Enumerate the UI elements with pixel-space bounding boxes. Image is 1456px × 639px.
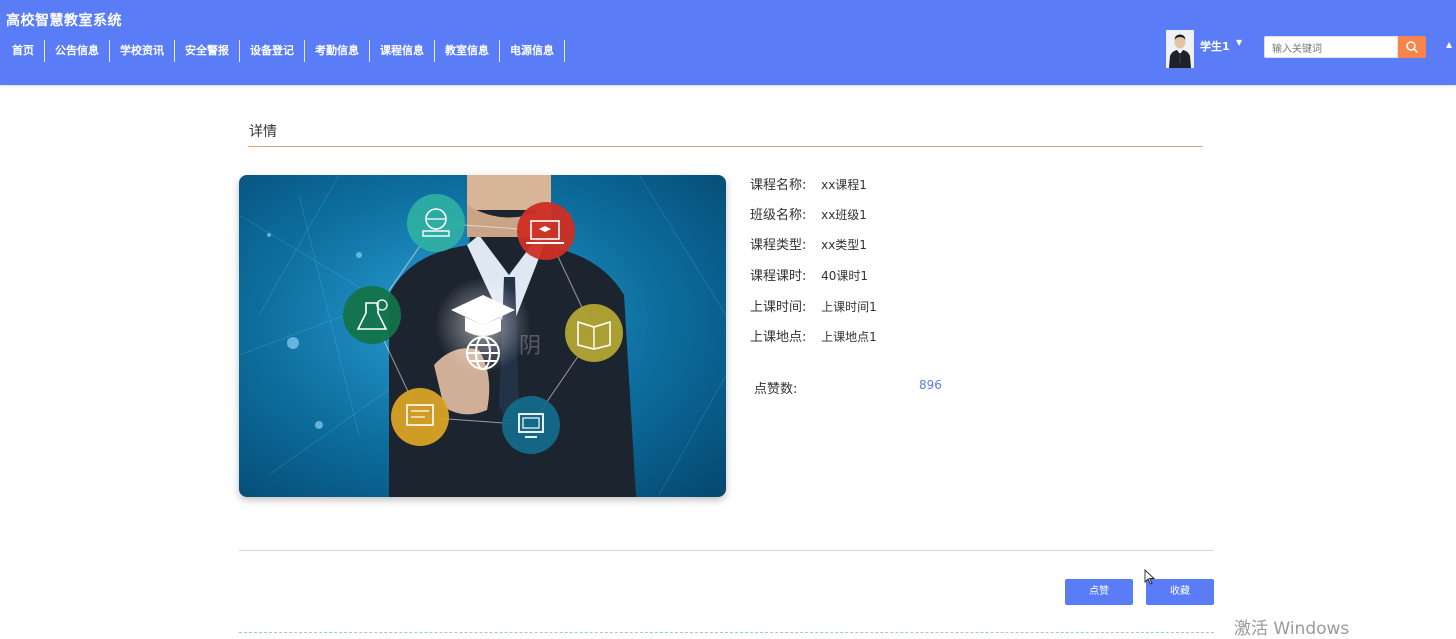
top-header: 高校智慧教室系统 首页 公告信息 学校资讯 安全警报 设备登记 考勤信息 课程信… xyxy=(0,0,1456,85)
nav-item-announcements[interactable]: 公告信息 xyxy=(45,40,110,62)
field-label: 上课时间: xyxy=(750,300,807,315)
main-nav: 首页 公告信息 学校资讯 安全警报 设备登记 考勤信息 课程信息 教室信息 电源… xyxy=(2,40,565,62)
globe-book-icon xyxy=(407,194,465,252)
field-label: 班级名称: xyxy=(750,208,807,223)
field-value: 40课时1 xyxy=(821,269,868,283)
section-divider xyxy=(248,146,1203,147)
field-class-location: 上课地点: 上课地点1 xyxy=(750,326,877,346)
section-title: 详情 xyxy=(249,124,277,140)
field-value: xx类型1 xyxy=(821,238,867,252)
like-button[interactable]: 点赞 xyxy=(1065,579,1133,605)
likes-count: 896 xyxy=(919,378,942,392)
field-label: 课程名称: xyxy=(750,178,807,193)
flask-icon xyxy=(343,286,401,344)
field-label: 课程课时: xyxy=(750,269,807,284)
field-class-name: 班级名称: xx班级1 xyxy=(750,204,867,224)
nav-item-home[interactable]: 首页 xyxy=(2,40,45,62)
search-button[interactable] xyxy=(1398,36,1426,58)
favorite-button[interactable]: 收藏 xyxy=(1146,579,1214,605)
field-label: 上课地点: xyxy=(750,330,807,345)
search-input[interactable] xyxy=(1265,39,1398,60)
nav-item-device-registration[interactable]: 设备登记 xyxy=(240,40,305,62)
nav-item-courses[interactable]: 课程信息 xyxy=(370,40,435,62)
search-box xyxy=(1264,36,1398,60)
user-portrait-icon xyxy=(1166,30,1194,68)
book-icon xyxy=(565,304,623,362)
field-course-type: 课程类型: xx类型1 xyxy=(750,234,867,254)
os-activation-watermark: 激活 Windows xyxy=(1234,619,1350,639)
field-value: xx课程1 xyxy=(821,178,867,192)
likes-label: 点赞数: xyxy=(754,382,798,397)
nav-item-classrooms[interactable]: 教室信息 xyxy=(435,40,500,62)
field-label: 课程类型: xyxy=(750,238,807,253)
user-name[interactable]: 学生1 xyxy=(1200,38,1230,54)
mouse-cursor-icon xyxy=(1144,569,1156,585)
field-value: 上课时间1 xyxy=(821,300,877,314)
svg-text:阴: 阴 xyxy=(519,334,541,359)
field-course-hours: 课程课时: 40课时1 xyxy=(750,265,868,285)
nav-item-attendance[interactable]: 考勤信息 xyxy=(305,40,370,62)
reading-icon xyxy=(391,388,449,446)
course-cover-image: 阴 xyxy=(239,175,726,497)
caret-down-icon[interactable]: ▼ xyxy=(1236,38,1242,47)
content-divider xyxy=(239,550,1214,551)
field-value: 上课地点1 xyxy=(821,330,877,344)
laptop-icon xyxy=(517,202,575,260)
nav-item-security-alerts[interactable]: 安全警报 xyxy=(175,40,240,62)
nav-item-power[interactable]: 电源信息 xyxy=(500,40,565,62)
monitor-icon xyxy=(502,396,560,454)
avatar[interactable] xyxy=(1166,30,1194,68)
search-icon xyxy=(1406,41,1418,53)
field-course-name: 课程名称: xx课程1 xyxy=(750,174,867,194)
app-title: 高校智慧教室系统 xyxy=(6,13,122,29)
nav-item-school-news[interactable]: 学校资讯 xyxy=(110,40,175,62)
dashed-divider xyxy=(239,632,1214,633)
scroll-up-icon[interactable]: ▲ xyxy=(1446,40,1456,50)
field-class-time: 上课时间: 上课时间1 xyxy=(750,296,877,316)
field-value: xx班级1 xyxy=(821,208,867,222)
